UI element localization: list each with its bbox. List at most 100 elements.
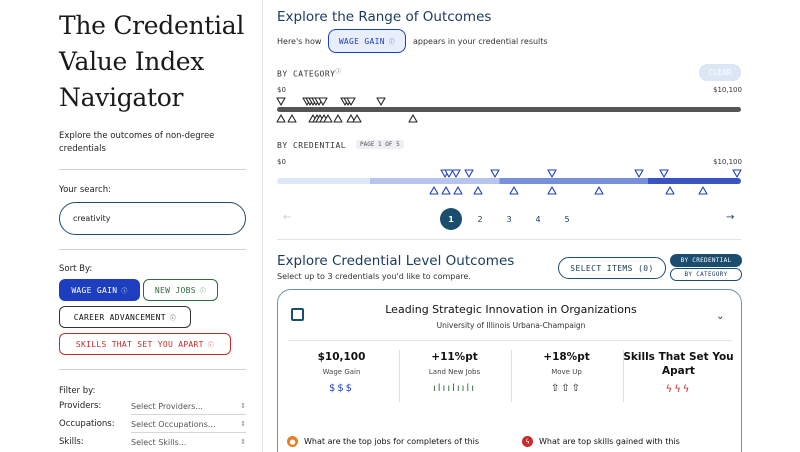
- category-marker-up-icon[interactable]: [287, 114, 297, 123]
- page-3-button[interactable]: 3: [498, 208, 520, 230]
- credential-max-label: $10,100: [713, 158, 742, 166]
- info-icon[interactable]: ⓘ: [389, 37, 395, 46]
- category-marker-up-icon[interactable]: [333, 114, 344, 123]
- info-icon[interactable]: ⓘ: [170, 313, 176, 322]
- filter-providers[interactable]: Providers: Select Providers... ⇕: [59, 401, 246, 411]
- updown-chevron-icon: ⇕: [240, 420, 246, 428]
- filter-occupations[interactable]: Occupations: Select Occupations... ⇕: [59, 419, 246, 429]
- credential-min-label: $0: [277, 158, 286, 166]
- bar-chart-icon: ılıılıılı: [432, 383, 476, 394]
- select-items-button[interactable]: SELECT ITEMS (0): [558, 257, 666, 279]
- credential-marker-up-icon[interactable]: [547, 186, 557, 195]
- credential-marker-down-icon[interactable]: [490, 169, 500, 178]
- search-label: Your search:: [59, 185, 111, 195]
- category-range-track: [277, 107, 741, 112]
- by-credential-label: BY CREDENTIAL: [277, 141, 347, 150]
- range-section-title: Explore the Range of Outcomes: [277, 9, 492, 25]
- credential-section-title: Explore Credential Level Outcomes: [277, 253, 515, 269]
- category-marker-down-icon[interactable]: [318, 97, 328, 106]
- credential-marker-up-icon[interactable]: [698, 186, 708, 195]
- divider: [131, 432, 246, 433]
- credential-marker-up-icon[interactable]: [429, 186, 439, 195]
- page-2-button[interactable]: 2: [469, 208, 491, 230]
- briefcase-icon: ●: [287, 436, 298, 447]
- credential-marker-up-icon[interactable]: [441, 186, 451, 195]
- filter-label: Filter by:: [59, 386, 96, 396]
- category-max-label: $10,100: [713, 86, 742, 94]
- page-tag: PAGE 1 OF 5: [356, 140, 404, 149]
- lightning-icon: ϟϟϟ: [665, 384, 692, 395]
- section-divider: [277, 239, 741, 240]
- credential-section-subtitle: Select up to 3 credentials you'd like to…: [277, 272, 471, 281]
- credential-marker-up-icon[interactable]: [594, 186, 604, 195]
- toggle-by-credential[interactable]: BY CREDENTIAL: [670, 254, 742, 267]
- credential-marker-down-icon[interactable]: [547, 169, 557, 178]
- credential-marker-up-icon[interactable]: [453, 186, 463, 195]
- page-4-button[interactable]: 4: [527, 208, 549, 230]
- left-panel: The Credential Value Index Navigator Exp…: [0, 0, 262, 452]
- range-intro-before: Here's how: [277, 37, 322, 46]
- chevron-down-icon[interactable]: ⌄: [716, 311, 724, 322]
- credential-marker-down-icon[interactable]: [464, 169, 474, 178]
- intro-text: Explore the outcomes of non-degree crede…: [59, 131, 215, 154]
- toggle-by-category[interactable]: BY CATEGORY: [670, 268, 742, 281]
- divider: [59, 249, 246, 250]
- category-marker-up-icon[interactable]: [408, 114, 418, 123]
- category-marker-up-icon[interactable]: [276, 114, 286, 123]
- category-marker-up-icon[interactable]: [352, 114, 362, 123]
- category-marker-up-icon[interactable]: [323, 114, 333, 123]
- page-5-button[interactable]: 5: [556, 208, 578, 230]
- credential-title: Leading Strategic Innovation in Organiza…: [385, 303, 637, 316]
- question-top-skills[interactable]: ϟ What are top skills gained with this: [522, 436, 680, 447]
- credential-range-track: [277, 178, 741, 184]
- sort-label: Sort By:: [59, 264, 93, 274]
- credential-marker-up-icon[interactable]: [473, 186, 483, 195]
- divider: [131, 414, 246, 415]
- clear-button[interactable]: CLEAR: [699, 64, 741, 81]
- credential-marker-down-icon[interactable]: [659, 169, 669, 178]
- metric-wage-gain: $10,100 Wage Gain $$$: [286, 350, 397, 394]
- info-icon[interactable]: ⓘ: [200, 286, 206, 295]
- panel-divider: [262, 0, 263, 452]
- occupations-select[interactable]: Select Occupations...: [131, 420, 240, 429]
- card-divider: [288, 340, 732, 341]
- app-title: The Credential Value Index Navigator: [59, 11, 245, 112]
- metric-new-jobs: +11%pt Land New Jobs ılıılıılı: [399, 350, 510, 394]
- credential-provider: University of Illinois Urbana-Champaign: [436, 321, 586, 330]
- sort-wage-gain-button[interactable]: WAGE GAIN ⓘ: [59, 279, 140, 301]
- info-icon[interactable]: ⓘ: [335, 69, 341, 75]
- credential-marker-down-icon[interactable]: [451, 169, 461, 178]
- coin-icon: $$$: [328, 383, 355, 394]
- category-min-label: $0: [277, 86, 286, 94]
- category-marker-down-icon[interactable]: [376, 97, 386, 106]
- credential-marker-up-icon[interactable]: [509, 186, 519, 195]
- skills-select[interactable]: Select Skills...: [131, 438, 240, 447]
- search-input[interactable]: creativity: [59, 202, 246, 235]
- sort-skills-button[interactable]: SKILLS THAT SET YOU APART ⓘ: [59, 333, 231, 355]
- credential-checkbox[interactable]: [291, 308, 304, 321]
- sort-career-advancement-button[interactable]: CAREER ADVANCEMENT ⓘ: [59, 306, 191, 328]
- category-marker-down-icon[interactable]: [346, 97, 356, 106]
- metric-move-up: +18%pt Move Up ⇧⇧⇧: [511, 350, 622, 394]
- credential-marker-down-icon[interactable]: [634, 169, 644, 178]
- by-category-label: BY CATEGORYⓘ: [277, 69, 342, 79]
- divider: [59, 369, 246, 370]
- credential-marker-down-icon[interactable]: [732, 169, 742, 178]
- category-marker-down-icon[interactable]: [276, 97, 286, 106]
- updown-chevron-icon: ⇕: [240, 402, 246, 410]
- lightning-icon: ϟ: [522, 436, 533, 447]
- search-value: creativity: [73, 214, 111, 223]
- question-top-jobs[interactable]: ● What are the top jobs for completers o…: [287, 436, 479, 447]
- updown-chevron-icon: ⇕: [240, 438, 246, 446]
- filter-skills[interactable]: Skills: Select Skills... ⇕: [59, 437, 246, 447]
- credential-marker-up-icon[interactable]: [665, 186, 675, 195]
- prev-page-arrow-icon[interactable]: ←: [283, 212, 291, 223]
- sort-new-jobs-button[interactable]: NEW JOBS ⓘ: [143, 279, 218, 301]
- providers-select[interactable]: Select Providers...: [131, 402, 240, 411]
- metric-skills: Skills That Set You Apart ϟϟϟ: [623, 351, 734, 395]
- page-1-button[interactable]: 1: [440, 208, 462, 230]
- info-icon[interactable]: ⓘ: [121, 286, 127, 295]
- next-page-arrow-icon[interactable]: →: [726, 212, 734, 223]
- metric-chip[interactable]: WAGE GAIN ⓘ: [328, 29, 406, 53]
- info-icon[interactable]: ⓘ: [208, 340, 214, 349]
